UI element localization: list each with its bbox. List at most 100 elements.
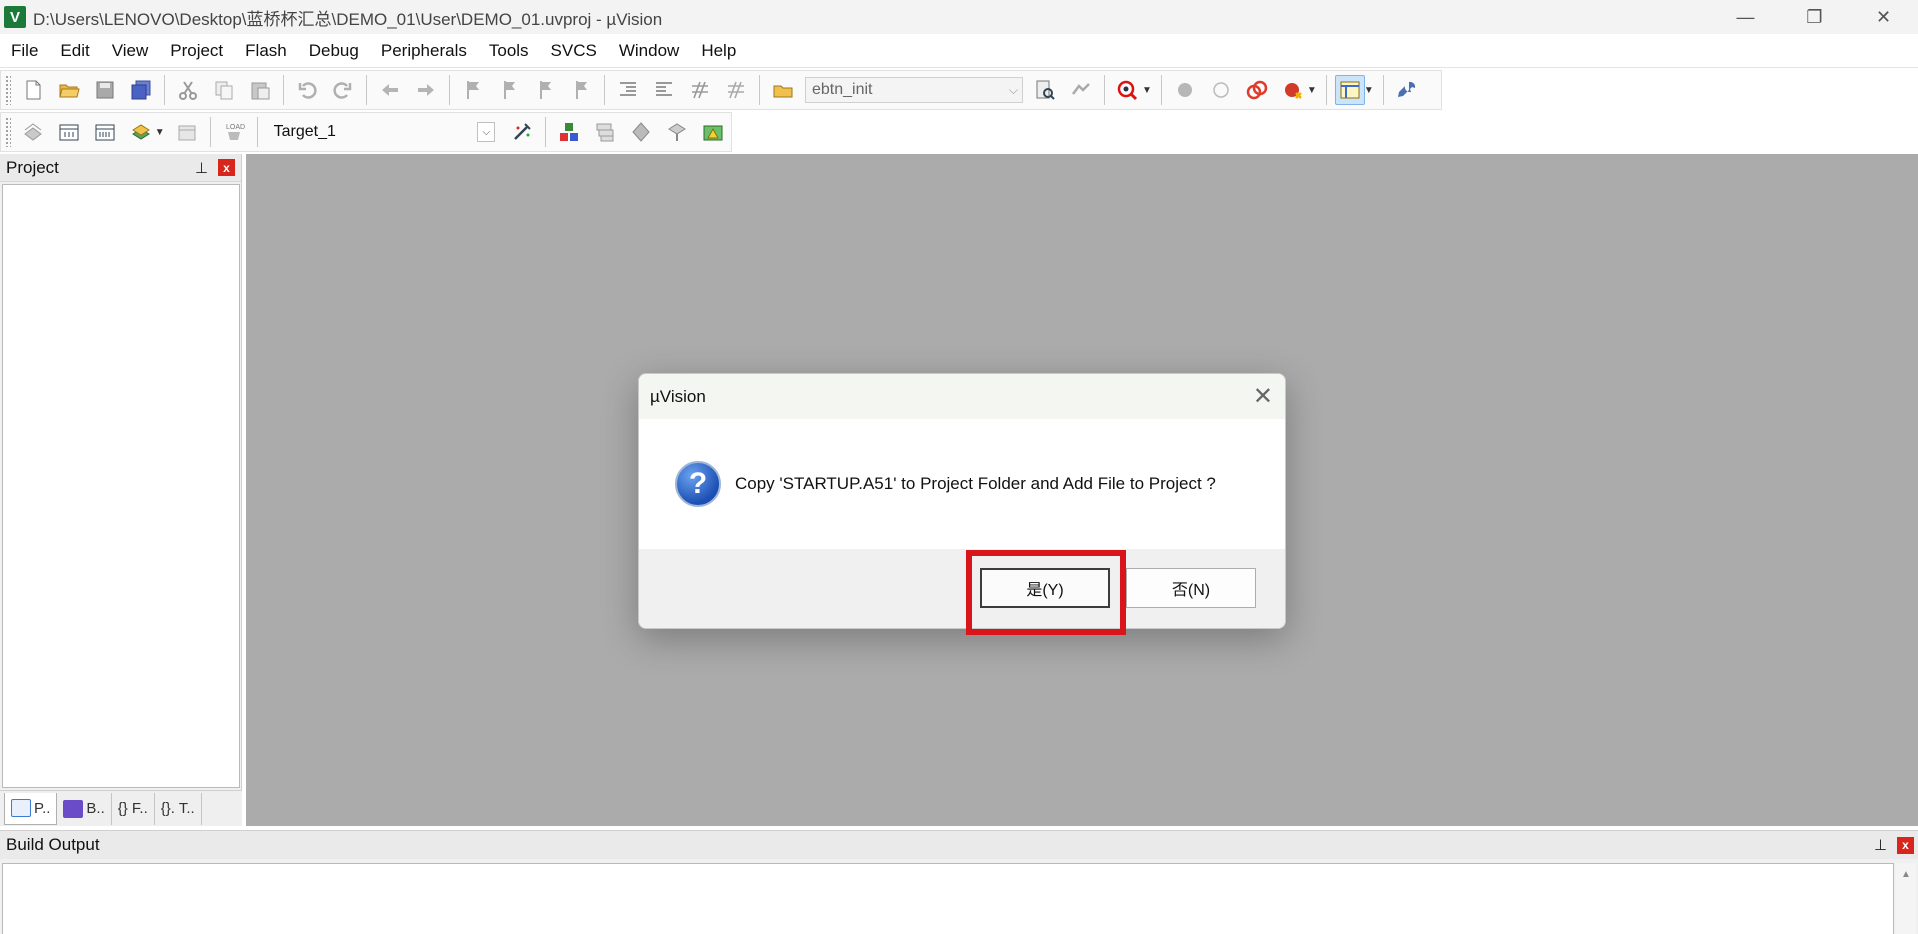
build-output-text[interactable] xyxy=(2,863,1894,934)
toolbar-separator xyxy=(449,75,450,105)
chevron-down-icon[interactable]: ⌵ xyxy=(1009,83,1018,98)
save-icon[interactable] xyxy=(90,75,120,105)
undo-icon[interactable] xyxy=(292,75,322,105)
bookmark-clear-icon[interactable] xyxy=(566,75,596,105)
question-icon: ? xyxy=(675,461,721,507)
dialog-close-icon[interactable]: ✕ xyxy=(1253,384,1273,409)
minimize-button[interactable]: — xyxy=(1711,0,1780,34)
breakpoint-clear-icon[interactable] xyxy=(1242,75,1272,105)
breakpoint-icon[interactable] xyxy=(1170,75,1200,105)
toolbar-grip[interactable] xyxy=(5,117,11,147)
toolbar-separator xyxy=(759,75,760,105)
debug-session-icon[interactable] xyxy=(1113,75,1143,105)
new-file-icon[interactable] xyxy=(18,75,48,105)
navigate-forward-icon[interactable] xyxy=(411,75,441,105)
pack-installer-icon[interactable] xyxy=(662,117,692,147)
select-packs-icon[interactable] xyxy=(626,117,656,147)
cut-icon[interactable] xyxy=(173,75,203,105)
download-load-icon[interactable]: LOAD xyxy=(219,117,249,147)
tab-templates[interactable]: {}. T.. xyxy=(155,792,202,825)
find-in-files-icon[interactable] xyxy=(768,75,798,105)
incremental-find-icon[interactable] xyxy=(1066,75,1096,105)
menu-view[interactable]: View xyxy=(101,34,160,68)
scroll-up-arrow-icon[interactable]: ▲ xyxy=(1896,863,1916,934)
toolbar-separator xyxy=(256,117,258,147)
title-bar: V D:\Users\LENOVO\Desktop\蓝桥杯汇总\DEMO_01\… xyxy=(0,0,1918,34)
unindent-icon[interactable] xyxy=(649,75,679,105)
tab-project-label: P.. xyxy=(34,799,51,817)
dialog-title: µVision xyxy=(650,386,706,406)
translate-icon[interactable] xyxy=(18,117,48,147)
menu-file[interactable]: File xyxy=(0,34,49,68)
project-panel-title: Project xyxy=(6,157,59,177)
chevron-down-icon[interactable]: ▼ xyxy=(1307,85,1317,96)
close-icon[interactable]: x xyxy=(1897,836,1914,854)
menu-window[interactable]: Window xyxy=(608,34,690,68)
project-tree[interactable] xyxy=(2,184,240,788)
tab-functions[interactable]: {} F.. xyxy=(112,792,155,825)
uncomment-icon[interactable] xyxy=(721,75,751,105)
pin-icon[interactable]: ⊥ xyxy=(1874,836,1887,854)
dialog-message: Copy 'STARTUP.A51' to Project Folder and… xyxy=(735,474,1216,493)
indent-icon[interactable] xyxy=(613,75,643,105)
project-tab-icon xyxy=(11,799,31,817)
bookmark-next-icon[interactable] xyxy=(530,75,560,105)
function-combo[interactable]: ebtn_init ⌵ xyxy=(805,77,1023,103)
menu-project[interactable]: Project xyxy=(159,34,234,68)
configure-wrench-icon[interactable] xyxy=(1392,75,1422,105)
rte-config-icon[interactable] xyxy=(698,117,728,147)
manage-components-icon[interactable] xyxy=(554,117,584,147)
file-toolbar: ebtn_init ⌵ ▼ ▼ ▼ xyxy=(0,70,1442,110)
build-icon[interactable] xyxy=(54,117,84,147)
toolbar-separator xyxy=(604,75,605,105)
menu-edit[interactable]: Edit xyxy=(49,34,100,68)
toolbar-separator xyxy=(209,117,211,147)
find-icon[interactable] xyxy=(1030,75,1060,105)
bookmark-icon[interactable] xyxy=(458,75,488,105)
target-select-value: Target_1 xyxy=(273,123,336,140)
build-output-header: Build Output ⊥ x xyxy=(0,831,1918,859)
window-controls: — ❐ ✕ xyxy=(1711,0,1918,34)
chevron-down-icon[interactable]: ⌵ xyxy=(477,122,496,142)
rebuild-icon[interactable] xyxy=(90,117,120,147)
menu-peripherals[interactable]: Peripherals xyxy=(370,34,478,68)
tab-project[interactable]: P.. xyxy=(4,792,58,825)
target-select[interactable]: Target_1 ⌵ xyxy=(266,119,501,145)
batch-build-icon[interactable] xyxy=(126,117,156,147)
navigate-back-icon[interactable] xyxy=(375,75,405,105)
stop-build-icon[interactable] xyxy=(172,117,202,147)
comment-icon[interactable] xyxy=(685,75,715,105)
no-button[interactable]: 否(N) xyxy=(1126,568,1256,608)
menu-svcs[interactable]: SVCS xyxy=(540,34,608,68)
paste-icon[interactable] xyxy=(245,75,275,105)
tab-books[interactable]: B.. xyxy=(57,792,112,825)
menu-tools[interactable]: Tools xyxy=(478,34,540,68)
breakpoint-disable-icon[interactable] xyxy=(1206,75,1236,105)
menu-help[interactable]: Help xyxy=(690,34,747,68)
project-panel-tabs: P.. B.. {} F.. {}. T.. xyxy=(0,790,242,826)
manage-project-items-icon[interactable] xyxy=(590,117,620,147)
menu-debug[interactable]: Debug xyxy=(298,34,370,68)
redo-icon[interactable] xyxy=(328,75,358,105)
copy-icon[interactable] xyxy=(209,75,239,105)
restore-button[interactable]: ❐ xyxy=(1780,0,1849,34)
chevron-down-icon[interactable]: ▼ xyxy=(1142,85,1152,96)
tab-books-label: B.. xyxy=(86,800,105,817)
function-combo-value: ebtn_init xyxy=(812,81,873,98)
pin-icon[interactable]: ⊥ xyxy=(195,159,208,177)
chevron-down-icon[interactable]: ▼ xyxy=(155,127,165,138)
menu-flash[interactable]: Flash xyxy=(234,34,298,68)
bookmark-prev-icon[interactable] xyxy=(494,75,524,105)
save-all-icon[interactable] xyxy=(126,75,156,105)
toolbar-grip[interactable] xyxy=(5,75,11,105)
open-folder-icon[interactable] xyxy=(54,75,84,105)
close-window-button[interactable]: ✕ xyxy=(1849,0,1918,34)
build-toolbar: ▼ LOAD Target_1 ⌵ xyxy=(0,112,732,152)
target-options-icon[interactable] xyxy=(507,117,537,147)
breakpoint-kill-icon[interactable] xyxy=(1278,75,1308,105)
build-output-panel: Build Output ⊥ x ▲ xyxy=(0,830,1918,934)
window-layout-icon[interactable] xyxy=(1334,75,1365,105)
close-icon[interactable]: x xyxy=(218,159,235,176)
tab-functions-label: {} F.. xyxy=(117,800,148,817)
chevron-down-icon[interactable]: ▼ xyxy=(1364,85,1374,96)
